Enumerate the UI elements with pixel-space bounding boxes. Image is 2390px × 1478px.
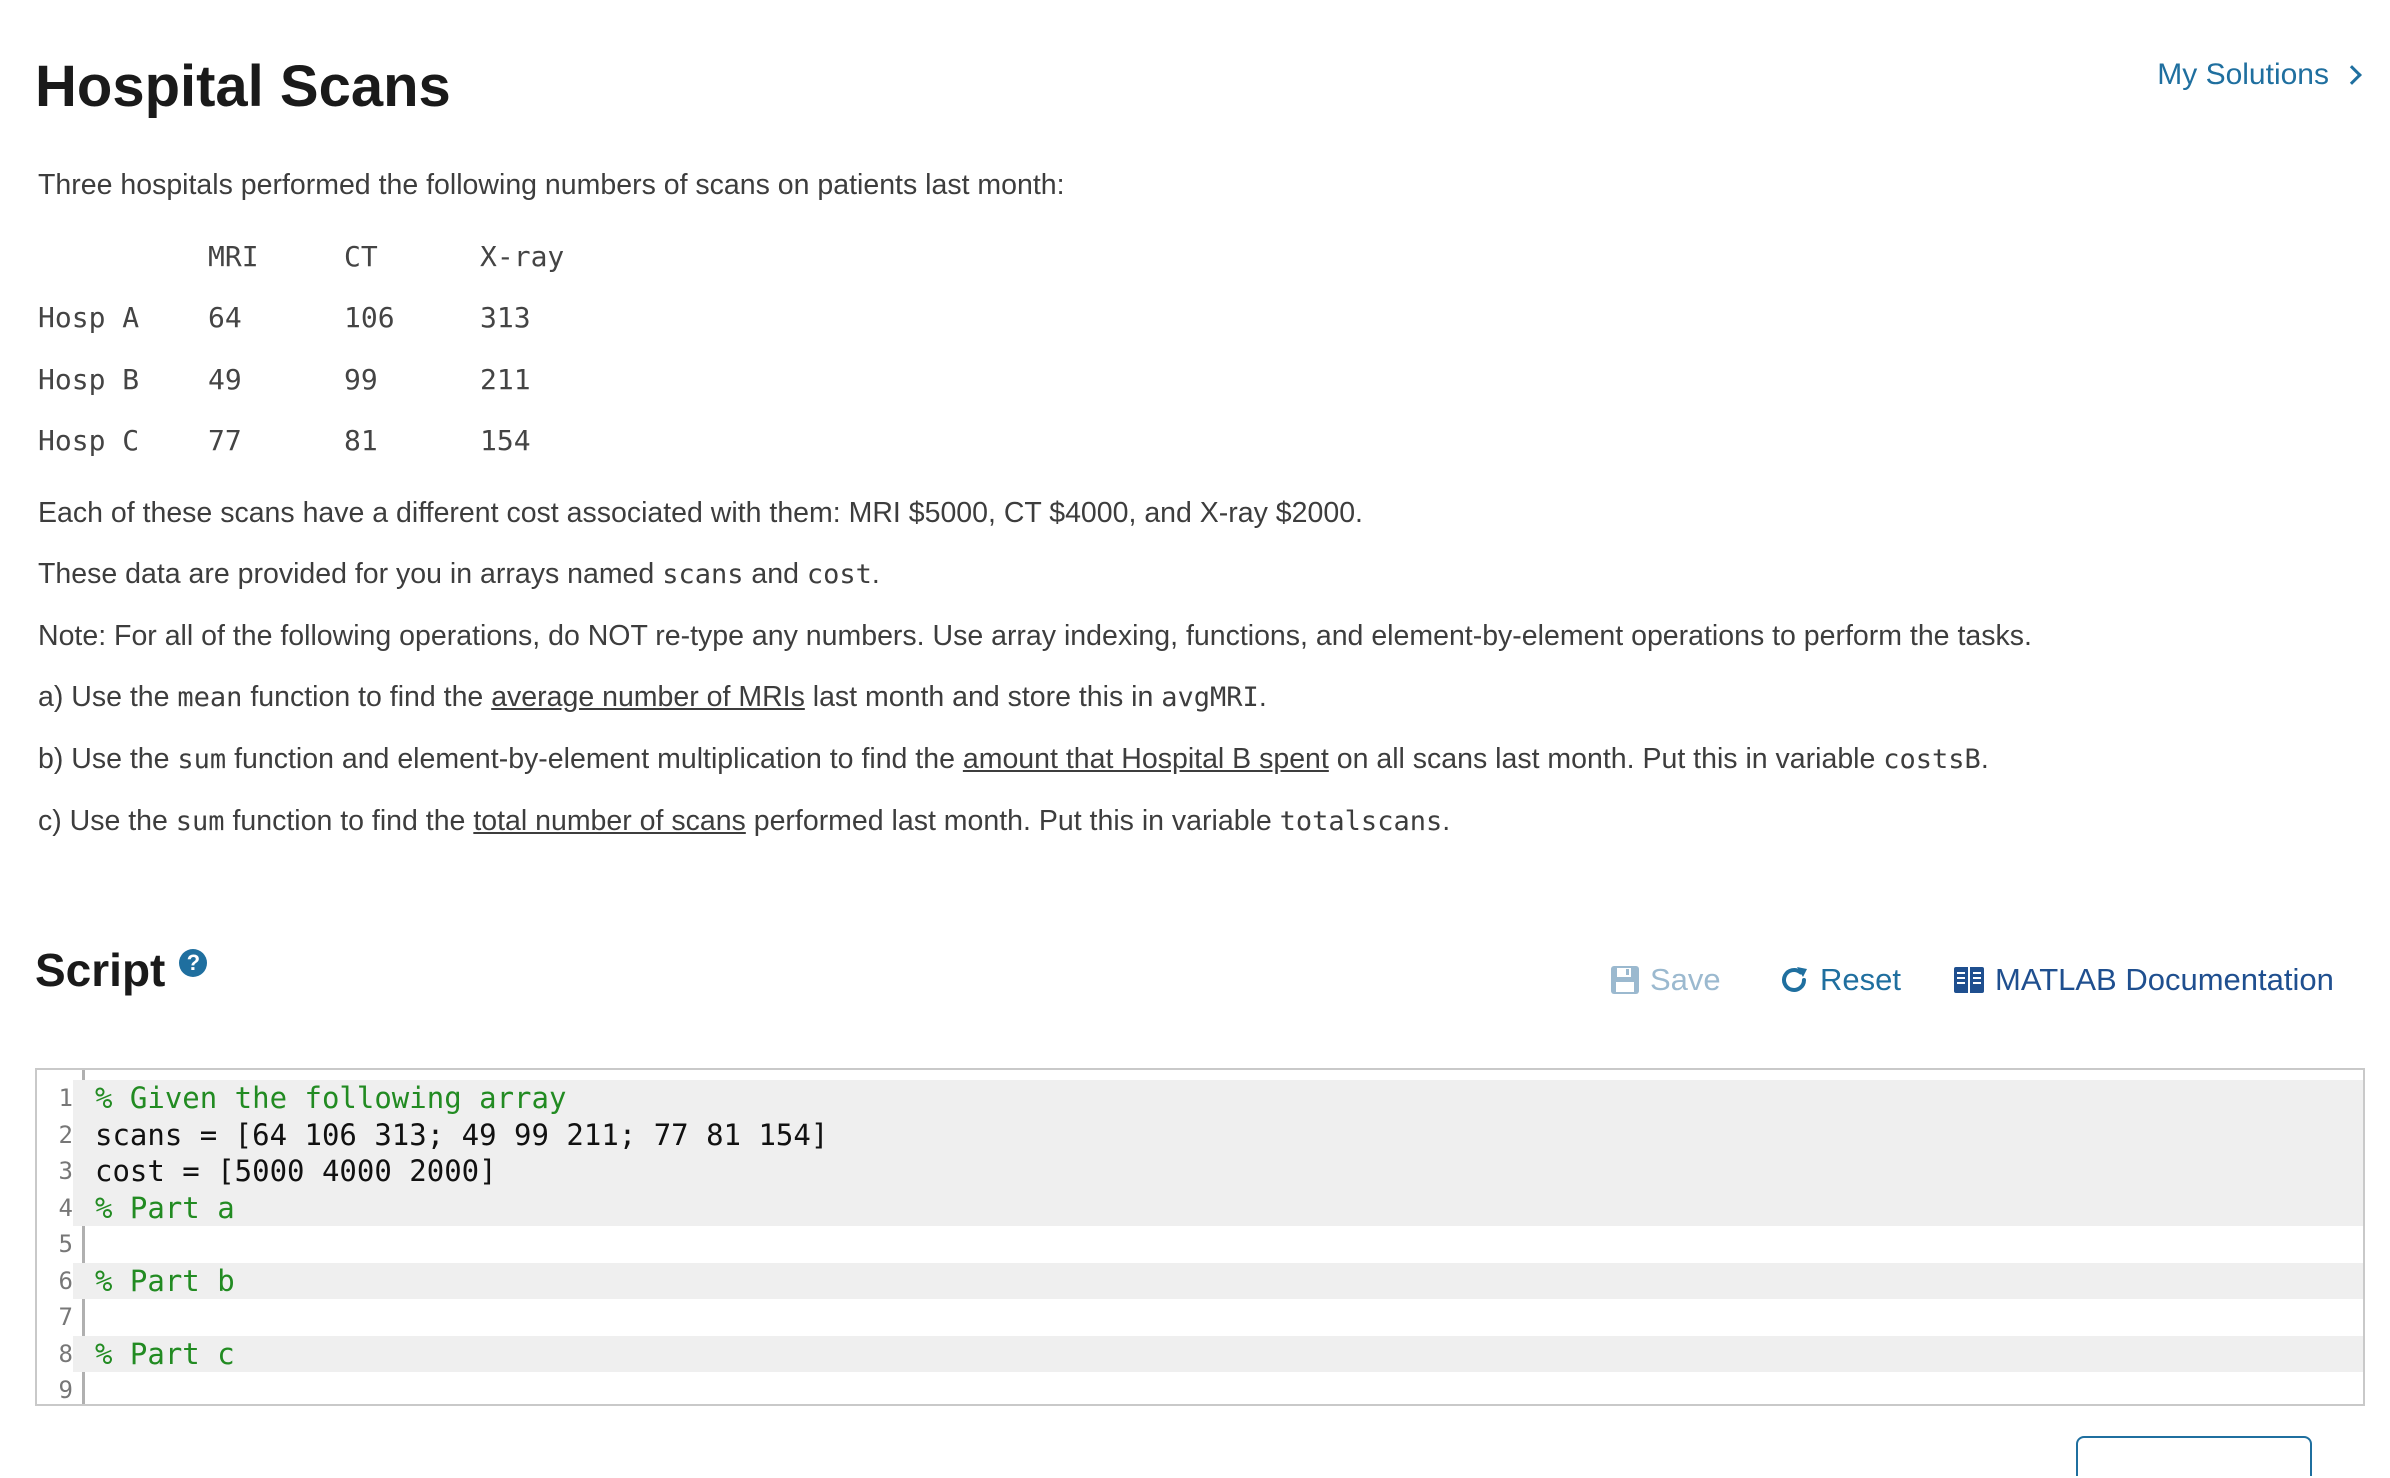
task-c-underline: total number of scans bbox=[473, 805, 746, 837]
table-row: Hosp B 49 99 211 bbox=[38, 349, 600, 411]
task-c-p3: performed last month. Put this in variab… bbox=[745, 805, 1280, 837]
save-label: Save bbox=[1650, 962, 1721, 997]
code-line[interactable]: 9 bbox=[37, 1372, 2363, 1404]
provided-text: These data are provided for you in array… bbox=[38, 554, 2338, 595]
provided-post: . bbox=[871, 558, 880, 590]
var-scans: scans bbox=[662, 559, 744, 590]
task-a-var: avgMRI bbox=[1161, 682, 1259, 713]
chevron-right-icon bbox=[2342, 65, 2362, 85]
task-c: c) Use the sum function to find the tota… bbox=[38, 801, 2338, 842]
task-b-fn: sum bbox=[177, 744, 227, 775]
table-cell: 154 bbox=[480, 424, 531, 458]
table-cell: 49 bbox=[208, 362, 242, 396]
line-number: 6 bbox=[37, 1262, 73, 1299]
table-row: Hosp C 77 81 154 bbox=[38, 411, 600, 473]
task-b-var: costsB bbox=[1883, 744, 1981, 775]
code-text: % Part a bbox=[95, 1190, 235, 1225]
table-cell: Hosp C bbox=[38, 424, 140, 458]
task-b-p2: function and element-by-element multipli… bbox=[226, 743, 963, 775]
task-a-fn: mean bbox=[177, 682, 243, 713]
task-a: a) Use the mean function to find the ave… bbox=[38, 677, 2338, 718]
save-button[interactable]: Save bbox=[1610, 955, 1721, 1005]
line-number: 5 bbox=[37, 1226, 73, 1263]
task-c-p1: c) Use the bbox=[38, 805, 176, 837]
table-header-cell bbox=[38, 226, 208, 288]
task-b-p3: on all scans last month. Put this in var… bbox=[1328, 743, 1884, 775]
code-line[interactable]: 8 % Part c bbox=[37, 1335, 2363, 1372]
line-number: 7 bbox=[37, 1299, 73, 1336]
task-c-fn: sum bbox=[175, 806, 225, 837]
table-cell: 81 bbox=[344, 424, 378, 458]
task-a-p2: function to find the bbox=[242, 681, 492, 713]
table-header-cell: X-ray bbox=[480, 239, 565, 273]
code-line[interactable]: 4 % Part a bbox=[37, 1189, 2363, 1226]
book-icon bbox=[1954, 967, 1984, 993]
task-c-p2: function to find the bbox=[224, 805, 474, 837]
problem-description: Three hospitals performed the following … bbox=[38, 165, 2338, 863]
my-solutions-link[interactable]: My Solutions bbox=[2157, 55, 2362, 95]
table-cell: 64 bbox=[208, 301, 242, 335]
reset-icon bbox=[1782, 967, 1807, 992]
code-line[interactable]: 3 cost = [5000 4000 2000] bbox=[37, 1153, 2363, 1190]
table-header-cell: CT bbox=[344, 239, 378, 273]
code-text: % Part c bbox=[95, 1336, 235, 1371]
var-cost: cost bbox=[806, 559, 872, 590]
task-b-p4: . bbox=[1980, 743, 1989, 775]
line-number: 4 bbox=[37, 1189, 73, 1226]
table-cell: 313 bbox=[480, 301, 531, 335]
task-a-p1: a) Use the bbox=[38, 681, 178, 713]
code-line[interactable]: 6 % Part b bbox=[37, 1262, 2363, 1299]
table-header-row: MRI CT X-ray bbox=[38, 226, 600, 288]
table-cell: 106 bbox=[344, 301, 395, 335]
task-a-underline: average number of MRIs bbox=[491, 681, 805, 713]
page-title: Hospital Scans bbox=[35, 54, 451, 119]
costs-text: Each of these scans have a different cos… bbox=[38, 497, 1363, 529]
table-cell: 211 bbox=[480, 362, 531, 396]
task-c-var: totalscans bbox=[1279, 806, 1443, 837]
line-number: 2 bbox=[37, 1116, 73, 1153]
code-text: % Given the following array bbox=[95, 1081, 567, 1115]
table-cell: Hosp B bbox=[38, 362, 140, 396]
line-number: 9 bbox=[37, 1372, 73, 1404]
task-b-p1: b) Use the bbox=[38, 743, 178, 775]
table-row: Hosp A 64 106 313 bbox=[38, 288, 600, 350]
scans-table: MRI CT X-ray Hosp A 64 106 313 Hosp B 49… bbox=[38, 226, 600, 472]
task-a-p3: last month and store this in bbox=[804, 681, 1162, 713]
task-b: b) Use the sum function and element-by-e… bbox=[38, 739, 2338, 780]
line-number: 1 bbox=[37, 1080, 73, 1117]
code-line[interactable]: 1 % Given the following array bbox=[37, 1080, 2363, 1117]
reset-button[interactable]: Reset bbox=[1778, 955, 1901, 1005]
code-editor[interactable]: 1 % Given the following array 2 scans = … bbox=[35, 1068, 2365, 1406]
table-cell: Hosp A bbox=[38, 301, 140, 335]
line-number: 3 bbox=[37, 1153, 73, 1190]
task-b-underline: amount that Hospital B spent bbox=[962, 743, 1329, 775]
code-text: cost = [5000 4000 2000] bbox=[95, 1154, 497, 1188]
code-line[interactable]: 7 bbox=[37, 1299, 2363, 1336]
task-a-p4: . bbox=[1258, 681, 1267, 713]
task-c-p4: . bbox=[1442, 805, 1451, 837]
docs-label: MATLAB Documentation bbox=[1995, 962, 2334, 997]
provided-mid: and bbox=[743, 558, 807, 590]
line-number: 8 bbox=[37, 1335, 73, 1372]
script-toolbar: Save Reset MATLAB Documentation bbox=[0, 955, 2390, 1005]
table-cell: 99 bbox=[344, 362, 378, 396]
my-solutions-label: My Solutions bbox=[2157, 58, 2329, 91]
code-line[interactable]: 2 scans = [64 106 313; 49 99 211; 77 81 … bbox=[37, 1116, 2363, 1153]
matlab-documentation-link[interactable]: MATLAB Documentation bbox=[1953, 955, 2334, 1005]
floppy-disk-icon bbox=[1611, 966, 1639, 994]
problem-intro: Three hospitals performed the following … bbox=[38, 169, 1065, 201]
code-text: scans = [64 106 313; 49 99 211; 77 81 15… bbox=[95, 1117, 829, 1152]
code-text: % Part b bbox=[95, 1263, 235, 1298]
reset-label: Reset bbox=[1820, 962, 1901, 997]
table-cell: 77 bbox=[208, 424, 242, 458]
provided-pre: These data are provided for you in array… bbox=[38, 558, 663, 590]
submit-button-partial[interactable] bbox=[2076, 1436, 2312, 1476]
code-line[interactable]: 5 bbox=[37, 1226, 2363, 1263]
note-text: Note: For all of the following operation… bbox=[38, 620, 2032, 652]
table-header-cell: MRI bbox=[208, 239, 259, 273]
